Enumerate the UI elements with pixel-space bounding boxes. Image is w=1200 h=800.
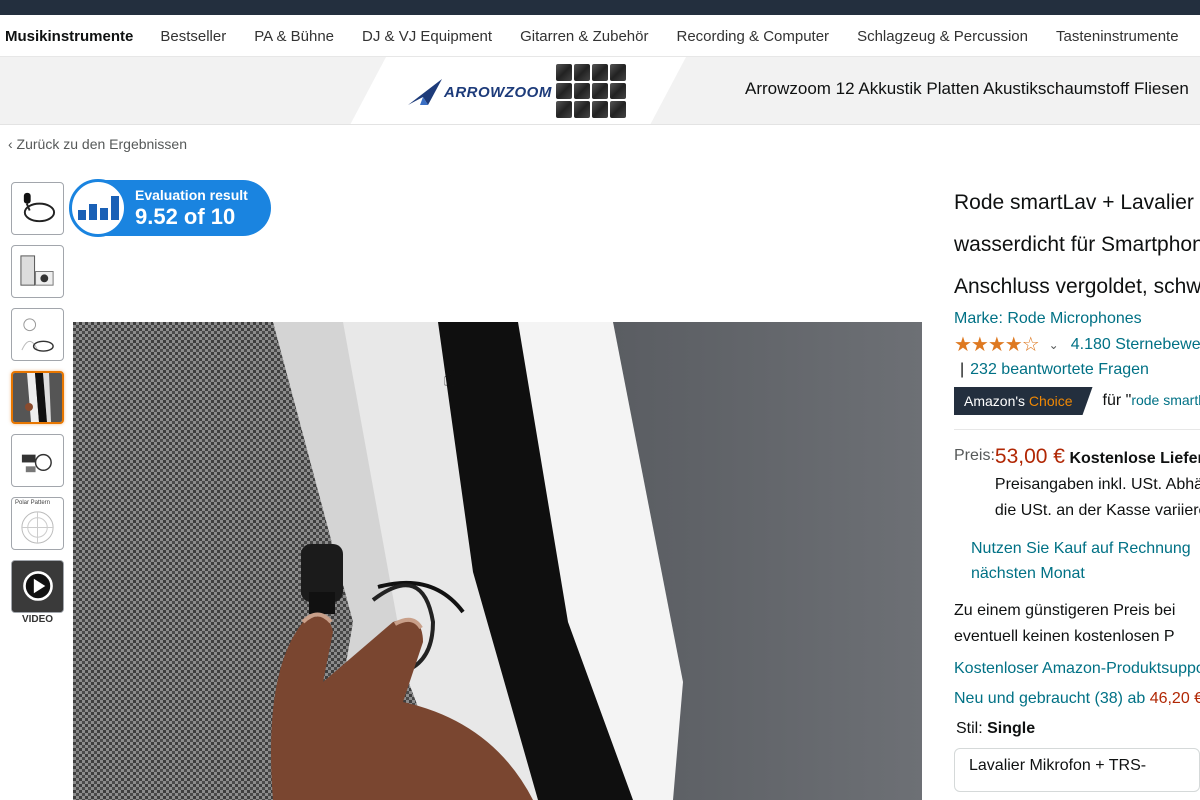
nav-item-musikinstrumente[interactable]: Musikinstrumente — [0, 15, 146, 56]
brand-link[interactable]: Marke: Rode Microphones — [954, 310, 1200, 328]
bar-chart-icon — [69, 179, 127, 237]
suit-lavalier-photo — [73, 322, 922, 800]
category-nav: Musikinstrumente Bestseller PA & Bühne D… — [0, 15, 1200, 57]
used-price: 46,20 € — [1149, 690, 1200, 707]
amazons-choice-badge: Amazon's Choice — [954, 387, 1093, 415]
box-thumbnail-image — [20, 255, 54, 286]
suit-thumbnail-image — [13, 373, 62, 422]
video-label: VIDEO — [21, 614, 54, 625]
foam-panels-image — [556, 64, 626, 118]
evaluation-label: Evaluation result — [135, 186, 248, 203]
product-title-line-2: wasserdicht für Smartphone — [954, 233, 1200, 256]
choice-keyword-link[interactable]: rode smartlav — [1131, 392, 1200, 408]
nav-item-tasteninstrumente[interactable]: Tasteninstrumente — [1042, 15, 1193, 56]
logo-text: ARROWZOOM — [444, 83, 552, 101]
price-row: Preis: 53,00 € Kostenlose Lieferung Prei… — [954, 444, 1200, 524]
thumbnail-accessories[interactable] — [11, 434, 64, 487]
play-icon — [12, 561, 63, 612]
qa-row: | 232 beantwortete Fragen — [954, 361, 1200, 379]
nav-item-schlagzeug[interactable]: Schlagzeug & Percussion — [843, 15, 1042, 56]
product-title-line-3: Anschluss vergoldet, schwarz — [954, 275, 1200, 298]
tax-info-line-2: die USt. an der Kasse variieren. — [994, 502, 1200, 519]
sponsored-banner[interactable]: ARROWZOOM Arrowzoom 12 Akkustik Platten … — [0, 57, 1200, 125]
arrow-logo-icon — [408, 79, 442, 105]
product-support-link[interactable]: Kostenloser Amazon-Produktsupport — [954, 660, 1200, 678]
main-product-image[interactable] — [73, 322, 922, 800]
thumbnail-person[interactable] — [11, 308, 64, 361]
star-rating-icon[interactable]: ★★★★☆ — [954, 332, 1040, 357]
thumbnail-list: Polar Pattern VIDEO — [11, 182, 64, 625]
nav-item-recording[interactable]: Recording & Computer — [662, 15, 843, 56]
qa-separator: | — [960, 361, 965, 378]
rating-row: ★★★★☆ ⌄ 4.180 Sternebewertungen — [954, 332, 1200, 357]
person-thumbnail-image — [21, 318, 54, 352]
banner-title[interactable]: Arrowzoom 12 Akkustik Platten Akustiksch… — [745, 79, 1189, 99]
style-label: Stil: Single — [956, 720, 1036, 737]
product-title-line-1: Rode smartLav + Lavalier — [954, 191, 1194, 214]
new-and-used-link[interactable]: Neu und gebraucht (38) ab 46,20 € — [954, 690, 1200, 708]
chevron-down-icon[interactable]: ⌄ — [1049, 338, 1059, 352]
tax-info-line-1: Preisangaben inkl. USt. Abhängig — [994, 476, 1200, 493]
nav-item-pa-buehne[interactable]: PA & Bühne — [240, 15, 348, 56]
nav-item-gitarren[interactable]: Gitarren & Zubehör — [506, 15, 662, 56]
thumbnail-box[interactable] — [11, 245, 64, 298]
back-to-results-link[interactable]: ‹ Zurück zu den Ergebnissen — [8, 136, 187, 152]
thumbnail-suit-active[interactable] — [11, 371, 64, 424]
pay-by-invoice-link[interactable]: Nutzen Sie Kauf auf Rechnung nächsten Mo… — [971, 536, 1200, 586]
answered-questions-link[interactable]: 232 beantwortete Fragen — [970, 361, 1149, 378]
accessories-thumbnail-image — [21, 453, 52, 473]
amazons-choice-row: Amazon's Choice für "rode smartlav — [954, 387, 1200, 415]
choice-keyword: für "rode smartlav — [1103, 392, 1200, 410]
price-label: Preis: — [954, 447, 995, 464]
nav-item-dj-vj[interactable]: DJ & VJ Equipment — [348, 15, 506, 56]
style-option-button[interactable]: Lavalier Mikrofon + TRS- — [954, 748, 1200, 792]
product-info-panel: Rode smartLav + Lavalier wasserdicht für… — [954, 182, 1200, 792]
thumbnail-polar-pattern[interactable]: Polar Pattern — [11, 497, 64, 550]
arrowzoom-logo: ARROWZOOM — [408, 77, 552, 107]
thumbnail-video[interactable] — [11, 560, 64, 613]
hand-cursor-icon: ☝ — [443, 366, 457, 391]
polar-pattern-thumbnail-image — [21, 511, 54, 544]
style-value: Single — [987, 720, 1036, 737]
price-value: 53,00 € — [994, 445, 1065, 468]
nav-item-bestseller[interactable]: Bestseller — [146, 15, 240, 56]
evaluation-badge[interactable]: Evaluation result 9.52 of 10 — [69, 179, 271, 237]
ratings-count-link[interactable]: 4.180 Sternebewertungen — [1071, 336, 1200, 354]
polar-pattern-label: Polar Pattern — [15, 500, 51, 506]
cheaper-offer-text: Zu einem günstigeren Preis bei eventuell… — [954, 602, 1176, 645]
mic-cable-thumbnail-image — [23, 192, 56, 223]
top-bar — [0, 0, 1200, 15]
thumbnail-mic-cable[interactable] — [11, 182, 64, 235]
evaluation-score: 9.52 of 10 — [135, 203, 236, 229]
free-delivery-text[interactable]: Kostenlose Lieferung — [1069, 450, 1200, 467]
divider — [954, 429, 1200, 430]
